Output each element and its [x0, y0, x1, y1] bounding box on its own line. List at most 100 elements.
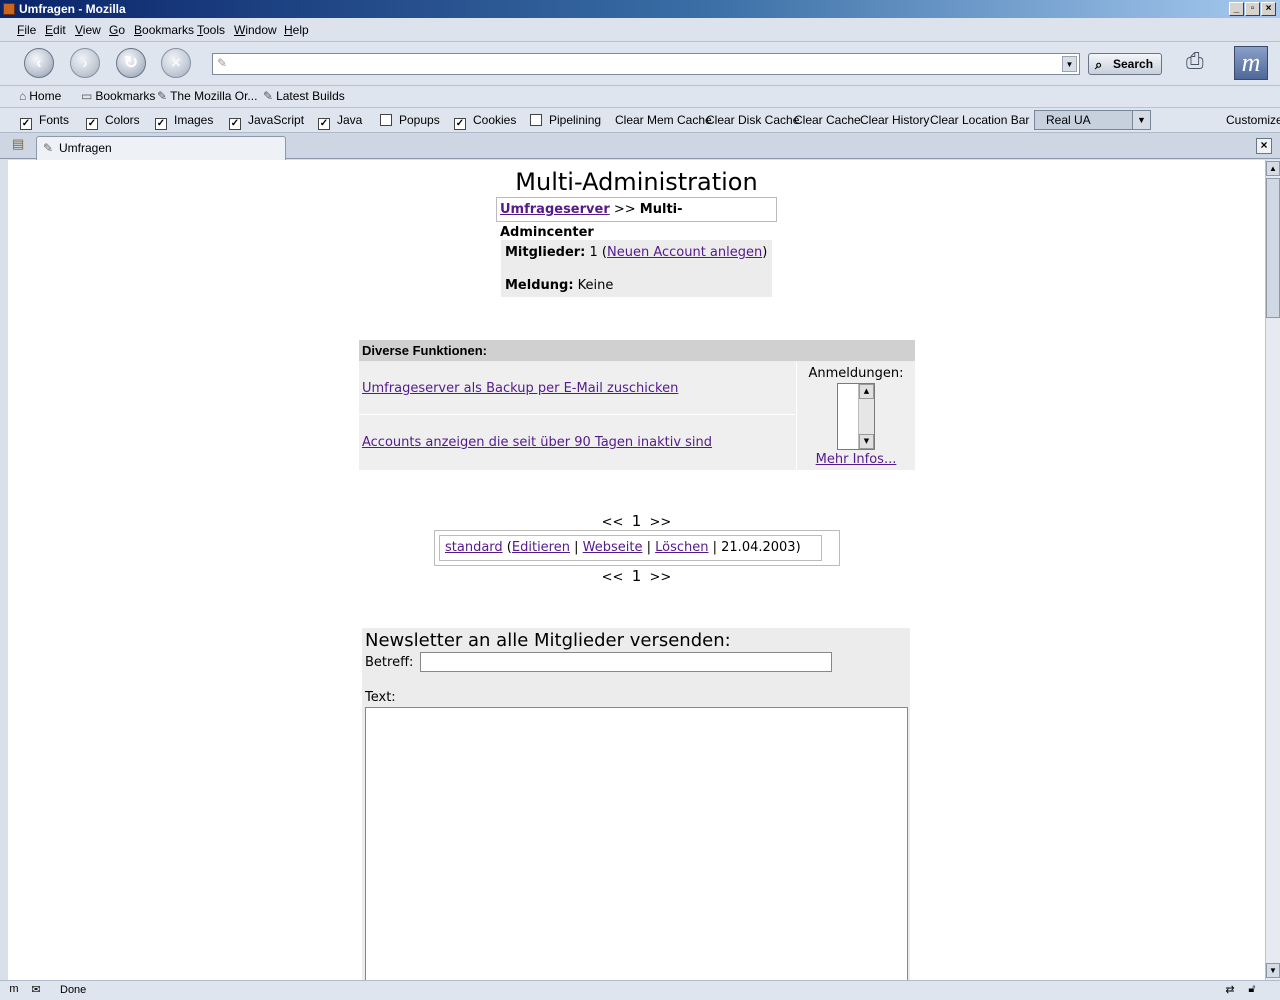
popups-checkbox[interactable]: Popups [380, 113, 440, 127]
maximize-button[interactable]: ▫ [1245, 2, 1260, 16]
close-window-button[interactable]: × [1261, 2, 1276, 16]
back-button[interactable]: ‹ [24, 48, 54, 78]
menu-help[interactable]: Help [284, 23, 309, 37]
tab-list-icon[interactable]: ▤ [12, 136, 30, 154]
pager-next[interactable]: >> [650, 515, 672, 530]
menu-window-accel: W [234, 23, 246, 37]
url-history-dropdown[interactable]: ▼ [1062, 56, 1077, 72]
delete-link[interactable]: Löschen [655, 540, 708, 555]
javascript-checkbox[interactable]: ✓ JavaScript [229, 113, 304, 130]
url-bar[interactable]: ✎ ▼ [212, 53, 1080, 75]
online-status-icon: ⇄ [1225, 984, 1235, 996]
menu-bookmarks-accel: B [134, 23, 143, 37]
survey-name-link[interactable]: standard [445, 540, 503, 555]
text-label: Text: [365, 690, 396, 705]
search-button[interactable]: ⌕ Search [1088, 53, 1162, 75]
menu-view-label: iew [82, 23, 101, 37]
menu-file[interactable]: File [17, 23, 36, 37]
breadcrumb-separator: >> [609, 202, 640, 217]
colors-checkbox[interactable]: ✓ Colors [86, 113, 140, 130]
bookmark-latest-builds[interactable]: ✎ Latest Builds [263, 89, 345, 103]
members-count: 1 ( [585, 245, 607, 260]
pager-next[interactable]: >> [650, 570, 672, 585]
checkbox-checked: ✓ [155, 118, 167, 130]
cookies-checkbox[interactable]: ✓ Cookies [454, 113, 516, 130]
new-account-link[interactable]: Neuen Account anlegen [607, 245, 762, 260]
stop-button[interactable]: × [161, 48, 191, 78]
stop-icon: × [171, 53, 181, 72]
registrations-listbox[interactable]: ▲ ▼ [837, 383, 875, 450]
menu-window[interactable]: Window [234, 23, 277, 37]
registrations-label: Anmeldungen: [808, 366, 904, 381]
clear-location-bar-button[interactable]: Clear Location Bar [930, 113, 1029, 127]
pipelining-checkbox[interactable]: Pipelining [530, 113, 601, 127]
menu-bookmarks[interactable]: Bookmarks [134, 23, 194, 37]
edit-link[interactable]: Editieren [512, 540, 570, 555]
pager-prev[interactable]: << [602, 570, 624, 585]
bookmarks-button[interactable]: ▭ Bookmarks [81, 89, 155, 103]
scrollbar-thumb[interactable] [1266, 178, 1280, 318]
subject-field[interactable] [420, 652, 832, 672]
menu-go[interactable]: Go [109, 23, 125, 37]
menu-edit[interactable]: Edit [45, 23, 66, 37]
print-icon[interactable]: ⎙ [1186, 48, 1216, 76]
home-button[interactable]: ⌂ Home [19, 89, 61, 103]
customize-button[interactable]: Customize [1226, 113, 1280, 127]
functions-header: Diverse Funktionen: [359, 340, 915, 361]
listbox-scrollbar[interactable]: ▲ ▼ [858, 384, 874, 449]
close-tab-button[interactable]: × [1256, 138, 1272, 154]
navigator-icon[interactable]: m [6, 983, 22, 998]
menu-go-accel: G [109, 23, 119, 37]
pager-bottom: << 1 >> [8, 567, 1265, 585]
reload-button[interactable]: ↻ [116, 48, 146, 78]
tab-umfragen[interactable]: ✎ Umfragen [36, 136, 286, 160]
clear-mem-cache-button[interactable]: Clear Mem Cache [615, 113, 712, 127]
images-checkbox[interactable]: ✓ Images [155, 113, 213, 130]
function-row-inactive: Accounts anzeigen die seit über 90 Tagen… [359, 416, 795, 469]
menu-tools-label: ools [203, 23, 226, 37]
clear-cache-button[interactable]: Clear Cache [794, 113, 861, 127]
scroll-up-icon[interactable]: ▲ [859, 384, 874, 399]
forward-button[interactable]: › [70, 48, 100, 78]
tab-bar: ▤ ✎ Umfragen × [0, 133, 1280, 160]
clear-history-button[interactable]: Clear History [860, 113, 929, 127]
url-input[interactable] [213, 54, 1053, 74]
java-checkbox[interactable]: ✓ Java [318, 113, 362, 130]
record-paren: ( [502, 540, 512, 555]
scroll-down-icon[interactable]: ▼ [859, 434, 874, 449]
menu-view[interactable]: View [75, 23, 101, 37]
subject-label: Betreff: [365, 655, 414, 670]
sidebar-grippy[interactable] [0, 160, 8, 980]
survey-record-row: standard (Editieren | Webseite | Löschen… [439, 535, 822, 561]
vertical-scrollbar[interactable]: ▲ ▼ [1265, 160, 1280, 980]
more-info-link[interactable]: Mehr Infos... [816, 452, 897, 467]
window-title: Umfragen - Mozilla [19, 2, 126, 16]
scroll-up-icon[interactable]: ▲ [1266, 161, 1280, 176]
pager-page: 1 [631, 512, 642, 530]
search-icon: ⌕ [1095, 57, 1103, 72]
mail-icon[interactable]: ✉ [28, 983, 44, 998]
inactive-accounts-link[interactable]: Accounts anzeigen die seit über 90 Tagen… [362, 435, 712, 450]
fonts-checkbox[interactable]: ✓ Fonts [20, 113, 69, 130]
breadcrumb-link-umfrageserver[interactable]: Umfrageserver [500, 202, 610, 217]
user-agent-select[interactable]: Real UA ▼ [1034, 110, 1151, 130]
menu-go-label: o [118, 23, 126, 37]
bookmark-mozilla-org[interactable]: ✎ The Mozilla Or... [157, 89, 257, 103]
home-icon: ⌂ [19, 89, 27, 103]
mozilla-logo-icon[interactable]: m [1234, 46, 1268, 80]
newsletter-text-area[interactable] [365, 707, 908, 980]
pipelining-label: Pipelining [549, 113, 602, 127]
website-link[interactable]: Webseite [583, 540, 643, 555]
members-close-paren: ) [762, 245, 768, 260]
menu-tools[interactable]: Tools [197, 23, 225, 37]
clear-disk-cache-button[interactable]: Clear Disk Cache [706, 113, 799, 127]
backup-email-link[interactable]: Umfrageserver als Backup per E-Mail zusc… [362, 381, 678, 396]
pager-prev[interactable]: << [602, 515, 624, 530]
scroll-down-icon[interactable]: ▼ [1266, 963, 1280, 978]
fonts-label: Fonts [39, 113, 70, 127]
menu-file-label: ile [24, 23, 37, 37]
colors-label: Colors [105, 113, 140, 127]
checkbox-checked: ✓ [318, 118, 330, 130]
minimize-button[interactable]: _ [1229, 2, 1244, 16]
tab-label: Umfragen [59, 141, 112, 155]
